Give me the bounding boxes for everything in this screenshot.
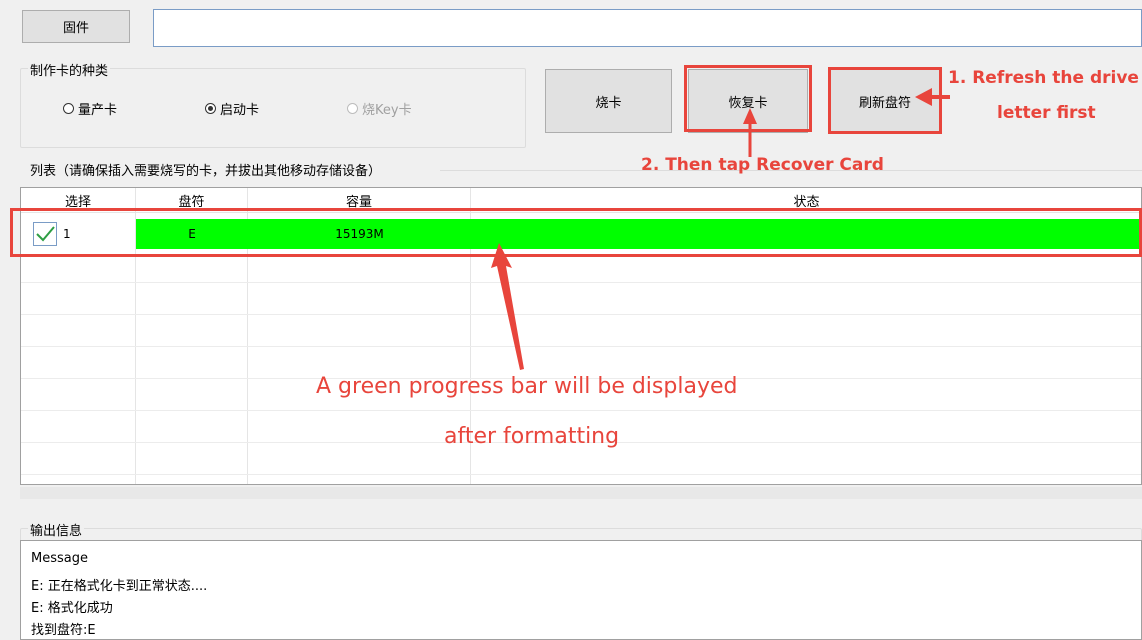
arrow-recover-head-icon xyxy=(743,108,757,124)
output-line: Message xyxy=(31,551,88,566)
annotation-step2: 2. Then tap Recover Card xyxy=(641,155,884,175)
output-line: E: 格式化成功 xyxy=(31,601,113,616)
output-line: E: 正在格式化卡到正常状态.... xyxy=(31,579,208,594)
annotation-note-line2: after formatting xyxy=(444,424,620,449)
output-log[interactable]: Message E: 正在格式化卡到正常状态.... E: 格式化成功 找到盘符… xyxy=(20,540,1142,640)
horizontal-scrollbar[interactable] xyxy=(20,487,1142,499)
annotation-note-line1: A green progress bar will be displayed xyxy=(316,374,738,399)
arrow-refresh-head-icon xyxy=(915,88,932,106)
output-legend: 输出信息 xyxy=(28,520,85,539)
annotation-step1-line2: letter first xyxy=(997,103,1096,123)
annotation-step1-line1: 1. Refresh the drive xyxy=(948,68,1139,88)
output-line: 找到盘符:E xyxy=(31,623,96,638)
arrow-row-icon xyxy=(491,243,524,370)
